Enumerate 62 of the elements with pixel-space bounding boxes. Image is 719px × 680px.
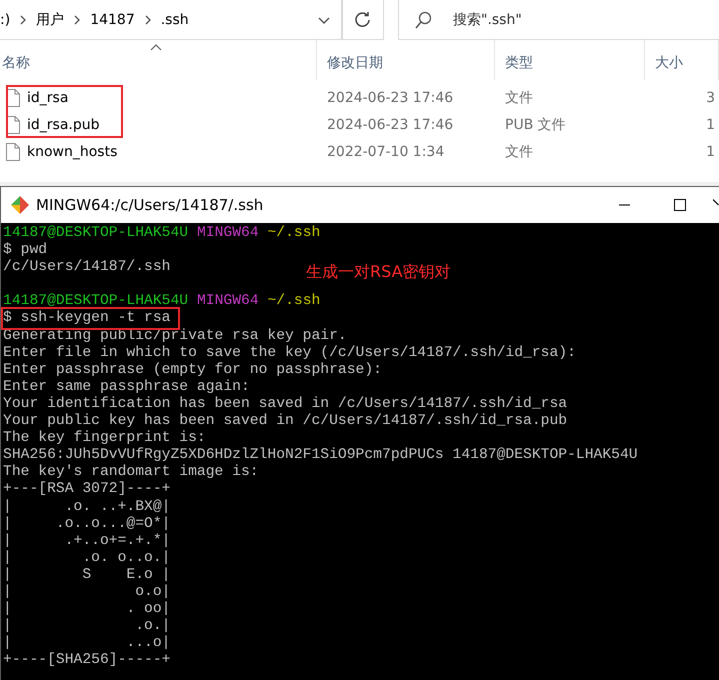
file-type: 文件 [504, 88, 534, 106]
breadcrumb-item[interactable]: :) [0, 12, 18, 28]
terminal-text: Enter same passphrase again: [3, 378, 250, 396]
terminal-text: SHA256:JUh5DvVUfRgyZ5XD6HDzlZlHoN2F1SiO9Pcm7pdPUCs 14187@DESKTOP-LHAK54U [3, 447, 638, 464]
file-icon [6, 142, 20, 160]
file-type: 文件 [504, 142, 534, 160]
file-name[interactable]: id_rsa [27, 90, 68, 106]
prompt-user: 14187@DESKTOP-LHAK54U [3, 293, 188, 310]
modified-date: 2022-07-10 1:34 [326, 144, 446, 160]
dropdown-caret-icon[interactable] [317, 14, 331, 24]
terminal-text: | ...o| [3, 635, 170, 652]
prompt-host: MINGW64 [196, 225, 259, 242]
terminal-text: Your public key has been saved in /c/Users/14187/.ssh/id_rsa.pub [3, 413, 568, 430]
modified-date: 2024-06-23 17:46 [326, 116, 454, 132]
breadcrumb-item[interactable]: 14187 [82, 12, 143, 28]
git-logo-icon [10, 195, 30, 215]
terminal-text: | .+..o+=.+.*| [3, 532, 170, 550]
modified-date: 2024-06-23 17:46 [326, 90, 454, 106]
breadcrumb-separator-icon [72, 14, 82, 24]
file-size: 1 [705, 116, 716, 132]
file-size: 1 [705, 144, 716, 160]
column-header[interactable]: 大小 [655, 54, 683, 72]
terminal-text: The key's randomart image is: [3, 464, 259, 481]
column-header[interactable]: 名称 [2, 54, 30, 72]
file-type: PUB 文件 [504, 116, 567, 134]
terminal-text: | .o. ..+.BX@| [3, 498, 170, 516]
annotation-text: 生成一对RSA密钥对 [306, 263, 451, 280]
prompt-user: 14187@DESKTOP-LHAK54U [3, 225, 188, 242]
prompt-host: MINGW64 [196, 293, 259, 310]
terminal-text: | .o..o...@=O*| [3, 516, 170, 533]
file-name[interactable]: id_rsa.pub [27, 116, 100, 132]
breadcrumb-separator-icon [18, 14, 28, 24]
terminal-text: Enter passphrase (empty for no passphrase): [3, 362, 382, 379]
terminal-text: Generating public/private rsa key pair. [3, 328, 347, 345]
prompt-path: ~/.ssh [267, 225, 320, 242]
terminal-text: | o.o| [3, 584, 170, 601]
column-header[interactable]: 类型 [505, 54, 533, 72]
refresh-icon[interactable] [354, 10, 372, 28]
terminal-text: | .o.| [3, 618, 170, 635]
terminal-text: | .o. o..o.| [3, 550, 170, 567]
terminal-text: | . oo| [3, 601, 170, 618]
terminal-text: Enter file in which to save the key (/c/Users/14187/.ssh/id_rsa): [3, 344, 576, 362]
prompt-path: ~/.ssh [267, 293, 320, 310]
terminal-text: $ pwd [3, 242, 48, 259]
terminal-text: The key fingerprint is: [3, 430, 206, 447]
breadcrumb-item[interactable]: 用户 [28, 10, 72, 28]
file-name[interactable]: known_hosts [27, 144, 118, 160]
search-field[interactable]: 搜索".ssh" [451, 10, 655, 28]
terminal-text: $ ssh-keygen -t rsa [3, 310, 170, 328]
terminal-text: +----[SHA256]-----+ [3, 652, 170, 670]
terminal-text: | S E.o | [3, 566, 170, 584]
terminal-text: Your identification has been saved in /c/Users/14187/.ssh/id_rsa [3, 396, 568, 413]
maximize-icon[interactable] [674, 199, 686, 211]
window-title: MINGW64:/c/Users/14187/.ssh [36, 196, 264, 214]
sort-caret-icon [150, 43, 162, 51]
file-size: 3 [705, 90, 716, 106]
terminal-text: /c/Users/14187/.ssh [3, 259, 170, 276]
search-icon [415, 10, 431, 28]
breadcrumb-separator-icon [142, 14, 153, 24]
terminal-text: +---[RSA 3072]----+ [3, 481, 170, 498]
breadcrumb-item[interactable]: .ssh [152, 12, 197, 28]
column-header[interactable]: 修改日期 [327, 54, 383, 72]
